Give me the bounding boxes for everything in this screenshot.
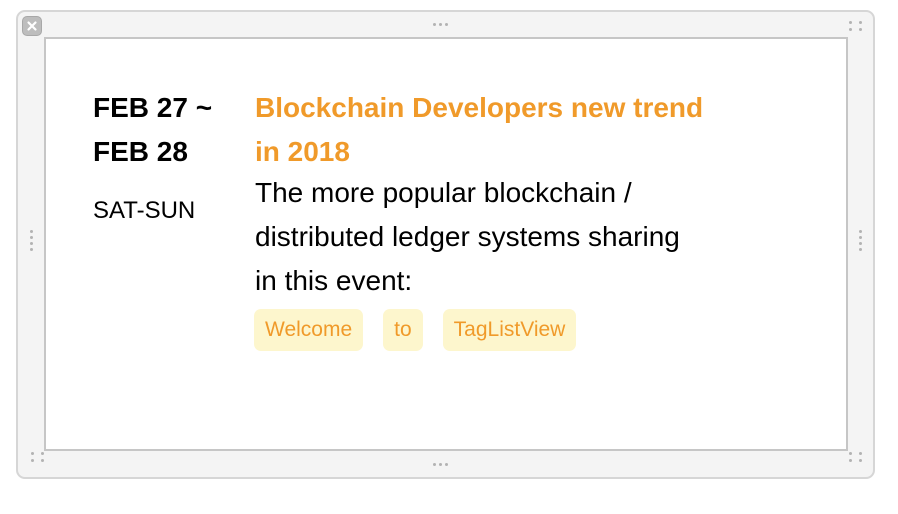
close-icon	[27, 21, 37, 31]
interface-builder-canvas: FEB 27 ~ FEB 28 SAT-SUN Blockchain Devel…	[0, 0, 898, 514]
top-resize-grip-icon[interactable]	[433, 23, 448, 26]
event-day-range: SAT-SUN	[93, 197, 196, 224]
tag-welcome[interactable]: Welcome	[254, 309, 364, 351]
event-title: Blockchain Developers new trend in 2018	[255, 86, 815, 174]
event-title-line: in 2018	[255, 136, 350, 167]
tag-to[interactable]: to	[383, 309, 423, 351]
event-start-date: FEB 27 ~	[93, 92, 213, 123]
event-end-date: FEB 28	[93, 136, 188, 167]
top-right-resize-grip-icon[interactable]	[849, 21, 862, 31]
bottom-left-resize-grip-icon[interactable]	[31, 452, 44, 462]
bottom-resize-grip-icon[interactable]	[433, 463, 448, 466]
tag-list-view: Welcome to TagListView	[254, 309, 577, 351]
close-button[interactable]	[22, 16, 42, 36]
tag-taglistview[interactable]: TagListView	[442, 309, 577, 351]
event-description-line: The more popular blockchain /	[255, 177, 632, 208]
right-resize-grip-icon[interactable]	[859, 230, 862, 251]
event-description-line: in this event:	[255, 265, 413, 296]
event-date-range: FEB 27 ~ FEB 28	[93, 86, 253, 174]
bottom-right-resize-grip-icon[interactable]	[849, 452, 862, 462]
event-description: The more popular blockchain / distribute…	[255, 171, 815, 303]
event-description-line: distributed ledger systems sharing	[255, 221, 680, 252]
left-resize-grip-icon[interactable]	[30, 230, 33, 251]
event-title-line: Blockchain Developers new trend	[255, 92, 704, 123]
